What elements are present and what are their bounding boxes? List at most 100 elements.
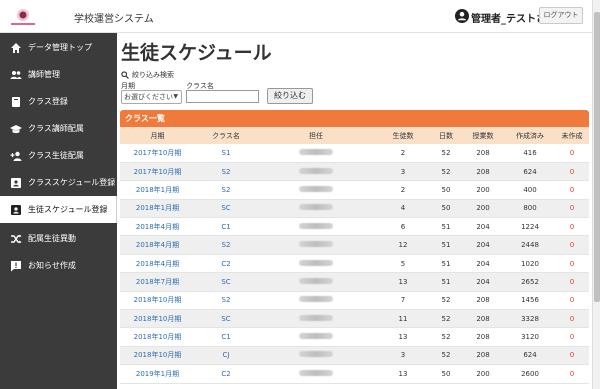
- filter-heading: 絞り込み検索: [121, 70, 174, 80]
- cell-teacher: [257, 291, 375, 311]
- cell-month-link[interactable]: 2019年1月期: [120, 364, 195, 384]
- top-header: 学校運営システム 管理者_テストさん ログアウト: [0, 0, 600, 33]
- cell-class-link[interactable]: CJ: [195, 346, 257, 366]
- cell-month-link[interactable]: 2018年1月期: [120, 180, 195, 200]
- sidebar-item-data-top[interactable]: データ管理トップ: [0, 34, 117, 61]
- table-row: 2018年4月期 C1 6 51 204 1224 0: [120, 217, 589, 237]
- cell-days: 52: [431, 291, 461, 311]
- announcement-icon: [11, 260, 21, 271]
- table-row: 2018年10月期 C1 13 52 208 3120 0: [120, 327, 589, 347]
- sidebar-item-student-schedule[interactable]: 生徒スケジュール登録: [0, 196, 117, 223]
- cell-month-link[interactable]: 2018年10月期: [120, 309, 195, 329]
- cell-teacher: [257, 364, 375, 384]
- cell-lessons: 200: [461, 199, 505, 219]
- cell-students: 5: [375, 254, 431, 274]
- cell-created: 1456: [505, 291, 555, 311]
- cell-teacher: [257, 180, 375, 200]
- cell-month-link[interactable]: 2018年10月期: [120, 327, 195, 347]
- cell-lessons: 204: [461, 254, 505, 274]
- cell-class-link[interactable]: S2: [195, 162, 257, 182]
- cell-students: 4: [375, 199, 431, 219]
- sidebar-item-class-schedule[interactable]: クラススケジュール登録: [0, 169, 117, 196]
- cell-month-link[interactable]: 2017年10月期: [120, 162, 195, 182]
- cell-created: 3120: [505, 327, 555, 347]
- graduation-cap-icon: [10, 124, 22, 133]
- cell-class-link[interactable]: SC: [195, 309, 257, 329]
- table-row: 2017年10月期 S1 2 52 208 416 0: [120, 144, 589, 163]
- home-icon: [11, 42, 21, 53]
- vertical-scrollbar[interactable]: [592, 0, 600, 389]
- sidebar-item-class-student-assign[interactable]: クラス生徒配属: [0, 142, 117, 169]
- cell-uncreated: 0: [555, 199, 589, 219]
- cell-month-link[interactable]: 2018年4月期: [120, 217, 195, 237]
- cell-class-link[interactable]: SC: [195, 272, 257, 292]
- shuffle-icon: [11, 234, 22, 243]
- cell-month-link[interactable]: 2018年7月期: [120, 272, 195, 292]
- filter-button[interactable]: 絞り込む: [267, 88, 313, 104]
- cell-class-link[interactable]: C2: [195, 254, 257, 274]
- month-select[interactable]: お選びください ▼: [121, 90, 182, 104]
- cell-teacher: [257, 162, 375, 182]
- redacted-teacher-name: [299, 259, 333, 266]
- class-name-input[interactable]: [186, 90, 259, 103]
- class-list-panel: クラス一覧 月期 クラス名 担任 生徒数 日数 授業数 作成済み 未作成 201…: [120, 110, 589, 389]
- cell-days: 52: [431, 162, 461, 182]
- cell-class-link[interactable]: C1: [195, 327, 257, 347]
- logout-button[interactable]: ログアウト: [539, 7, 583, 24]
- scrollbar-thumb[interactable]: [594, 12, 600, 302]
- column-header: 担任: [309, 131, 323, 140]
- cell-created: 1224: [505, 217, 555, 237]
- column-header: クラス名: [212, 131, 240, 140]
- school-logo: [11, 9, 35, 25]
- redacted-teacher-name: [299, 222, 333, 229]
- column-header: 未作成: [561, 131, 583, 140]
- cell-month-link[interactable]: 2018年4月期: [120, 235, 195, 255]
- cell-month-link[interactable]: 2018年1月期: [120, 199, 195, 219]
- cell-lessons: 208: [461, 162, 505, 182]
- user-avatar-icon: [455, 9, 469, 23]
- cell-class-link[interactable]: SC: [195, 199, 257, 219]
- cell-month-link[interactable]: 2018年10月期: [120, 291, 195, 311]
- cell-days: 51: [431, 254, 461, 274]
- cell-month-link[interactable]: 2018年10月期: [120, 346, 195, 366]
- cell-class-link[interactable]: C2: [195, 364, 257, 384]
- cell-class-link[interactable]: C1: [195, 217, 257, 237]
- id-card-icon: [11, 177, 21, 188]
- table-header-row: 月期 クラス名 担任 生徒数 日数 授業数 作成済み 未作成: [120, 127, 589, 144]
- cell-lessons: 208: [461, 346, 505, 366]
- sidebar-item-teachers[interactable]: 講師管理: [0, 61, 117, 88]
- cell-created: 3328: [505, 309, 555, 329]
- sidebar-item-student-transfer[interactable]: 配属生徒異動: [0, 225, 117, 252]
- sidebar-item-class-teacher-assign[interactable]: クラス講師配属: [0, 115, 117, 142]
- column-header: 生徒数: [392, 131, 414, 140]
- chevron-down-icon: ▼: [173, 93, 178, 100]
- cell-teacher: [257, 254, 375, 274]
- sidebar-item-class-register[interactable]: クラス登録: [0, 88, 117, 115]
- cell-students: 3: [375, 162, 431, 182]
- cell-created: 1020: [505, 254, 555, 274]
- cell-uncreated: 0: [555, 235, 589, 255]
- cell-teacher: [257, 144, 375, 163]
- cell-students: 7: [375, 291, 431, 311]
- cell-days: 51: [431, 217, 461, 237]
- redacted-teacher-name: [299, 148, 333, 155]
- table-row: 2018年1月期 SC 4 50 200 800 0: [120, 199, 589, 219]
- main-content: 生徒スケジュール 絞り込み検索 月期 クラス名 お選びください ▼ 絞り込む ク…: [117, 33, 592, 389]
- cell-created: 624: [505, 162, 555, 182]
- cell-class-link[interactable]: S2: [195, 291, 257, 311]
- cell-month-link[interactable]: 2017年10月期: [120, 144, 195, 163]
- cell-class-link[interactable]: S1: [195, 144, 257, 163]
- cell-class-link[interactable]: S2: [195, 235, 257, 255]
- redacted-teacher-name: [299, 314, 333, 321]
- cell-month-link[interactable]: 2018年4月期: [120, 254, 195, 274]
- cell-days: 50: [431, 180, 461, 200]
- cell-teacher: [257, 327, 375, 347]
- book-icon: [12, 96, 20, 107]
- cell-lessons: 208: [461, 291, 505, 311]
- cell-class-link[interactable]: S2: [195, 180, 257, 200]
- table-row: 2018年4月期 C2 5 51 204 1020 0: [120, 254, 589, 274]
- sidebar-item-announcement[interactable]: お知らせ作成: [0, 252, 117, 279]
- cell-days: 52: [431, 346, 461, 366]
- filter-heading-label: 絞り込み検索: [132, 71, 174, 79]
- table-row: 2018年10月期 S2 7 52 208 1456 0: [120, 291, 589, 311]
